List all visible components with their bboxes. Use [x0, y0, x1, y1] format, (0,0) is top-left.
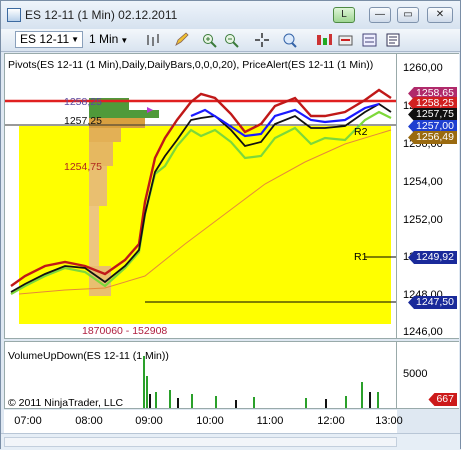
volume-panel[interactable]: VolumeUpDown(ES 12-11 (1 Min)) © 2011 Ni…	[4, 341, 397, 409]
price-panel[interactable]: Pivots(ES 12-11 (1 Min),Daily,DailyBars,…	[4, 53, 397, 339]
chart-toolbar: ES 12-11 ▼ 1 Min ▼	[1, 29, 460, 52]
interval-value: 1 Min	[89, 32, 119, 46]
properties-icon[interactable]	[361, 32, 379, 48]
price-tag: 1249,92	[408, 251, 457, 264]
zoom-out-icon[interactable]	[223, 32, 241, 48]
volume-y-tick: 5000	[403, 368, 428, 380]
r2-label: R2	[354, 126, 368, 138]
copyright-text: © 2011 NinjaTrader, LLC	[8, 397, 124, 409]
magnifier-icon[interactable]	[281, 32, 299, 48]
volume-indicator-label: VolumeUpDown(ES 12-11 (1 Min))	[8, 350, 169, 362]
strategies-icon[interactable]	[337, 32, 355, 48]
draw-pencil-icon[interactable]	[173, 32, 191, 48]
minimize-button[interactable]: —	[369, 7, 391, 23]
x-tick-label: 13:00	[375, 415, 403, 427]
price-tag: 1247,50	[408, 296, 457, 309]
price-tag: 1257,75	[408, 108, 457, 121]
volume-range-text: 1870060 - 152908	[82, 325, 168, 337]
x-tick-label: 10:00	[196, 415, 224, 427]
bar-type-icon[interactable]	[145, 32, 163, 48]
profile-label-mid2: 1254,75	[64, 161, 102, 173]
instrument-value: ES 12-11	[20, 32, 70, 46]
x-tick-label: 07:00	[14, 415, 42, 427]
chevron-down-icon: ▼	[71, 35, 79, 44]
y-tick-label: 1252,00	[403, 214, 443, 226]
volume-axis[interactable]: 5000 667	[397, 341, 459, 409]
indicator-label: Pivots(ES 12-11 (1 Min),Daily,DailyBars,…	[8, 59, 374, 71]
title-bar[interactable]: ES 12-11 (1 Min) 02.12.2011 L — ▭ ✕	[1, 1, 460, 29]
instrument-selector[interactable]: ES 12-11 ▼	[15, 31, 83, 48]
chevron-down-icon: ▼	[120, 36, 129, 45]
x-tick-label: 09:00	[135, 415, 163, 427]
session-highlight-box	[19, 126, 391, 324]
window-title: ES 12-11 (1 Min) 02.12.2011	[25, 8, 178, 22]
profile-label-mid1: 1257,25	[64, 115, 102, 127]
chart-window: ES 12-11 (1 Min) 02.12.2011 L — ▭ ✕ ES 1…	[0, 0, 461, 450]
profile-label-top: 1258,25	[64, 96, 102, 108]
x-tick-label: 11:00	[256, 415, 284, 427]
y-tick-label: 1246,00	[403, 326, 443, 338]
link-button[interactable]: L	[333, 7, 355, 23]
indicators-icon[interactable]	[315, 32, 333, 48]
y-tick-label: 1254,00	[403, 176, 443, 188]
y-tick-label: 1260,00	[403, 62, 443, 74]
data-box-icon[interactable]	[385, 32, 403, 48]
chart-app-icon	[7, 8, 21, 22]
crosshair-icon[interactable]	[253, 32, 271, 48]
bottom-bar	[1, 433, 460, 450]
r1-label: R1	[354, 251, 368, 263]
restore-button[interactable]: ▭	[397, 7, 419, 23]
price-axis[interactable]: 1260,00 1258,00 1256,00 1254,00 1252,00 …	[397, 53, 459, 339]
x-tick-label: 12:00	[317, 415, 345, 427]
close-button[interactable]: ✕	[427, 7, 453, 23]
volume-bars-down	[149, 392, 371, 408]
price-tag: 1256,49	[408, 131, 457, 144]
interval-selector[interactable]: 1 Min ▼	[89, 32, 128, 46]
x-tick-label: 08:00	[75, 415, 103, 427]
horizontal-scrollbar[interactable]	[4, 437, 397, 447]
volume-last-tag: 667	[428, 393, 457, 406]
zoom-in-icon[interactable]	[201, 32, 219, 48]
